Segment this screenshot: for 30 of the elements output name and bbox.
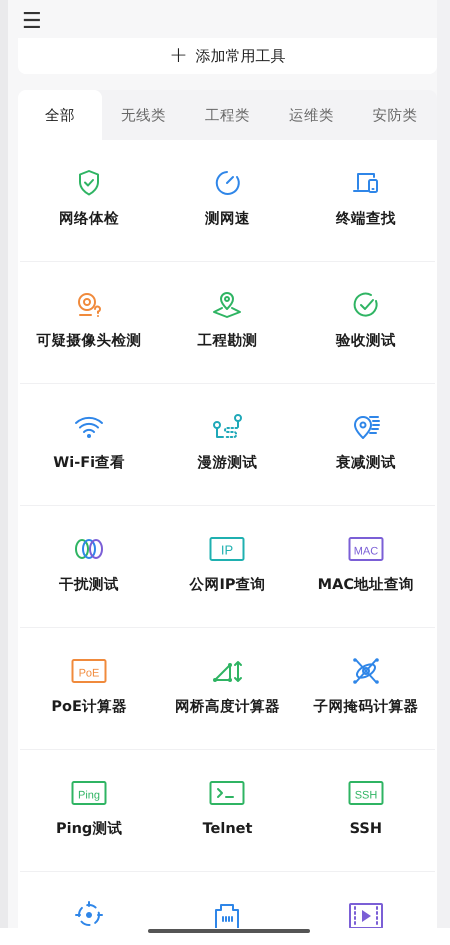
tool-label[interactable]: 衰减测试 [336,453,396,474]
tool-label[interactable]: 网络体检 [59,209,120,230]
tool-label[interactable]: MAC地址查询 [318,575,414,596]
category-tab[interactable]: 无线类 [102,90,186,140]
text-box-icon: PoE [71,657,108,685]
tool-label[interactable]: SSH [350,819,382,840]
tool-label[interactable]: 可疑摄像头检测 [36,331,142,352]
tool-label[interactable]: 验收测试 [336,331,396,352]
tool-label[interactable]: 公网IP查询 [189,575,266,596]
text-box-icon: IP [209,535,246,563]
tool-label[interactable]: Wi-Fi查看 [53,453,126,474]
tool-label[interactable]: 子网掩码计算器 [313,697,418,718]
text-box-icon: Ping [71,779,108,807]
tool-label[interactable]: 网桥高度计算器 [174,697,280,718]
tool-label[interactable]: 漫游测试 [197,453,258,474]
tool-label[interactable]: 干扰测试 [59,575,120,596]
home-indicator[interactable] [148,929,310,933]
text-box-icon: MAC [348,535,384,563]
add-tools-button[interactable]: + 添加常用工具 [18,38,437,74]
tool-label[interactable]: Ping测试 [56,819,122,840]
category-tab[interactable]: 工程类 [186,90,270,140]
tool-label[interactable]: Telnet [202,819,252,840]
tool-label[interactable]: PoE计算器 [51,697,127,718]
tool-label[interactable]: 测网速 [204,209,250,230]
category-tab[interactable]: 全部 [18,90,102,140]
category-tab[interactable]: 安防类 [353,90,437,140]
category-tab[interactable]: 运维类 [269,90,354,140]
tool-label[interactable]: 工程勘测 [197,331,258,352]
text-box-icon: SSH [348,779,384,807]
tool-label[interactable]: 终端查找 [336,209,396,230]
